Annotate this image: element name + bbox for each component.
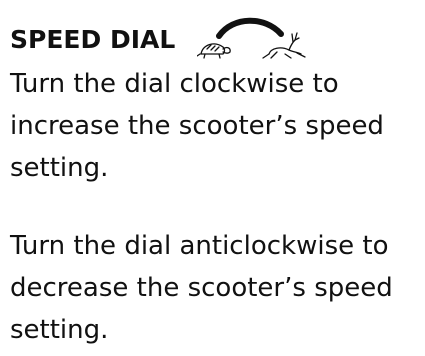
clockwise-instruction: Turn the dial clockwise to increase the …	[10, 69, 384, 183]
hare-icon	[262, 32, 306, 59]
section-heading: SPEED DIAL	[10, 25, 176, 54]
speed-dial-graphic	[197, 17, 306, 59]
speed-dial-page: SPEED DIAL Turn the dial clockwise to in…	[0, 0, 425, 356]
clockwise-arc-icon	[216, 17, 284, 39]
heading-row: SPEED DIAL	[10, 14, 410, 60]
anticlockwise-instruction: Turn the dial anticlockwise to decrease …	[10, 231, 393, 345]
tortoise-icon	[197, 43, 231, 59]
